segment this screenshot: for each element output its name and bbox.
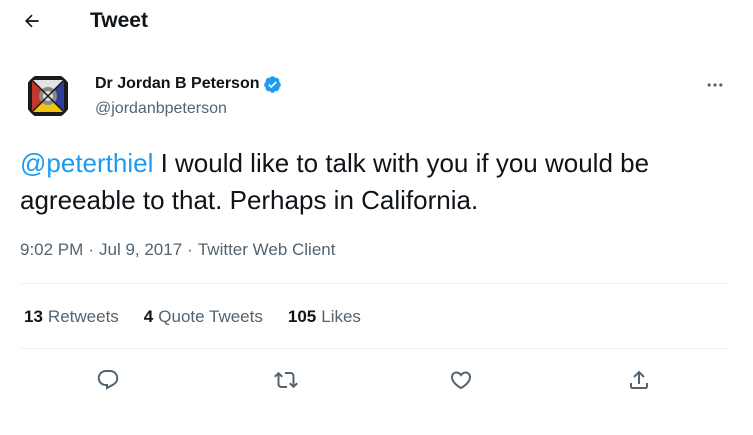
retweet-button[interactable] bbox=[268, 362, 304, 398]
arrow-left-icon bbox=[24, 14, 39, 28]
share-button[interactable] bbox=[621, 362, 657, 398]
meta-separator: · bbox=[187, 240, 193, 259]
retweets-count: 13 bbox=[24, 307, 43, 326]
tweet-meta: 9:02 PM · Jul 9, 2017 · Twitter Web Clie… bbox=[20, 239, 335, 261]
tweet-time[interactable]: 9:02 PM bbox=[20, 239, 83, 261]
mention-link[interactable]: @peterthiel bbox=[20, 148, 153, 178]
author-handle[interactable]: @jordanbpeterson bbox=[95, 99, 227, 119]
more-horizontal-icon bbox=[707, 83, 723, 87]
tweet-client[interactable]: Twitter Web Client bbox=[198, 239, 336, 261]
author-name-text: Dr Jordan B Peterson bbox=[95, 75, 260, 92]
meta-separator: · bbox=[88, 240, 94, 259]
more-button[interactable] bbox=[700, 72, 730, 98]
reply-button[interactable] bbox=[90, 362, 126, 398]
page-title: Tweet bbox=[90, 9, 148, 32]
avatar[interactable] bbox=[24, 72, 72, 120]
back-button[interactable] bbox=[18, 7, 46, 35]
tweet-actions bbox=[0, 362, 749, 398]
quotes-label: Quote Tweets bbox=[158, 307, 263, 326]
retweets-label: Retweets bbox=[47, 307, 119, 326]
divider bbox=[20, 348, 729, 349]
retweet-icon bbox=[274, 371, 298, 389]
divider bbox=[20, 283, 729, 284]
quotes-count: 4 bbox=[143, 307, 154, 326]
verified-badge-icon bbox=[263, 75, 282, 94]
likes-stat[interactable]: 105 Likes bbox=[288, 306, 361, 328]
likes-label: Likes bbox=[321, 307, 361, 326]
reply-icon bbox=[97, 370, 119, 390]
share-icon bbox=[630, 370, 648, 389]
author-name[interactable]: Dr Jordan B Peterson bbox=[95, 74, 282, 94]
heart-icon bbox=[450, 371, 472, 390]
tweet-date[interactable]: Jul 9, 2017 bbox=[99, 239, 182, 261]
tweet-stats: 13 Retweets 4 Quote Tweets 105 Likes bbox=[24, 306, 386, 328]
retweets-stat[interactable]: 13 Retweets bbox=[24, 306, 119, 328]
quotes-stat[interactable]: 4 Quote Tweets bbox=[144, 306, 263, 328]
tweet-text: @peterthiel I would like to talk with yo… bbox=[20, 145, 735, 219]
likes-count: 105 bbox=[287, 307, 317, 326]
like-button[interactable] bbox=[443, 362, 479, 398]
tweet-header: Tweet bbox=[0, 0, 749, 42]
